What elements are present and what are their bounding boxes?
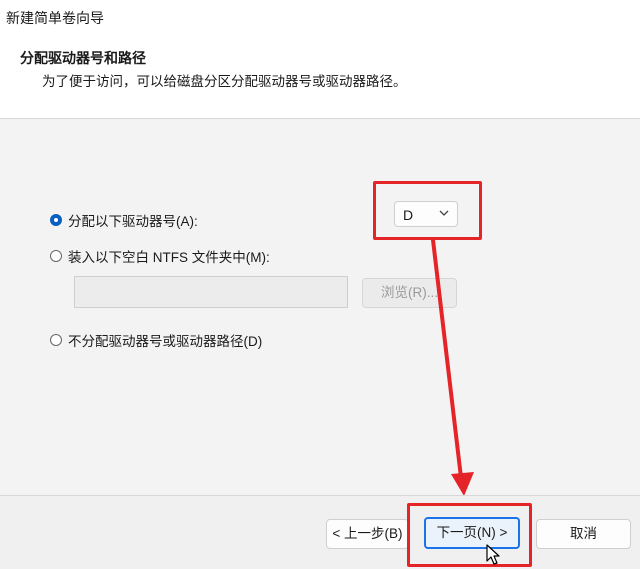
radio-assign-letter[interactable] — [50, 214, 62, 226]
annotation-box-drive-letter — [373, 181, 482, 240]
option-no-assign[interactable]: 不分配驱动器号或驱动器路径(D) — [50, 330, 262, 350]
page-subtitle: 为了便于访问，可以给磁盘分区分配驱动器号或驱动器路径。 — [42, 74, 407, 89]
option-assign-letter-label: 分配以下驱动器号(A): — [68, 214, 198, 229]
annotation-box-next — [407, 503, 532, 567]
back-button[interactable]: < 上一步(B) — [326, 519, 409, 549]
option-mount-folder-label: 装入以下空白 NTFS 文件夹中(M): — [68, 250, 270, 265]
radio-no-assign[interactable] — [50, 334, 62, 346]
title-bar: 新建简单卷向导 — [0, 0, 640, 34]
option-assign-letter[interactable]: 分配以下驱动器号(A): — [50, 210, 198, 230]
window-title: 新建简单卷向导 — [6, 10, 104, 26]
cancel-button[interactable]: 取消 — [536, 519, 631, 549]
browse-button: 浏览(R)... — [362, 278, 457, 308]
option-no-assign-label: 不分配驱动器号或驱动器路径(D) — [68, 334, 263, 349]
wizard-header: 分配驱动器号和路径 为了便于访问，可以给磁盘分区分配驱动器号或驱动器路径。 — [0, 34, 640, 119]
option-mount-folder[interactable]: 装入以下空白 NTFS 文件夹中(M): — [50, 246, 270, 266]
folder-path-input — [74, 276, 348, 308]
mouse-cursor-icon — [486, 544, 500, 565]
radio-mount-folder[interactable] — [50, 250, 62, 262]
page-title: 分配驱动器号和路径 — [20, 50, 146, 66]
